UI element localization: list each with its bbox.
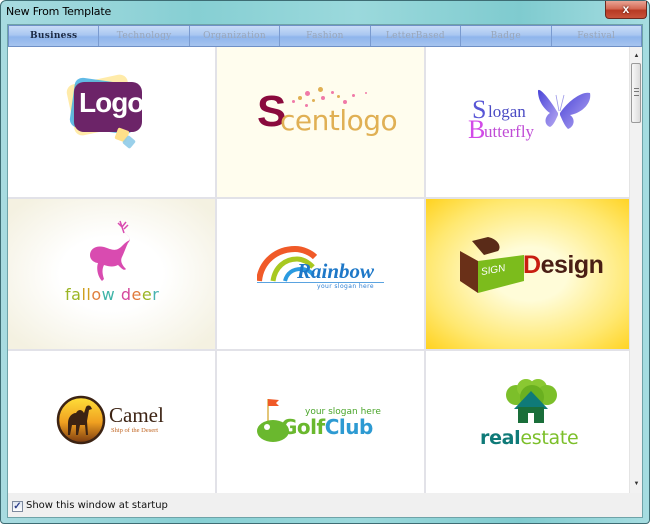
template-gallery: Logo S centlogo S logan B utterfly fallo…: [8, 47, 642, 493]
logo-text: Logo: [79, 87, 144, 118]
logo-text: centlogo: [280, 104, 398, 137]
template-real-estate[interactable]: realestate: [426, 351, 634, 493]
dialog-client-area: Business Technology Organization Fashion…: [7, 24, 643, 518]
template-slogan-butterfly[interactable]: S logan B utterfly: [426, 47, 634, 197]
tab-technology[interactable]: Technology: [99, 26, 190, 46]
logo-text: utterfly: [484, 122, 535, 141]
logo-initial: B: [468, 115, 486, 144]
butterfly-icon: [538, 89, 591, 129]
dialog-footer: ✓ Show this window at startup: [8, 493, 642, 517]
template-logo[interactable]: Logo: [8, 47, 215, 197]
logo-text: GolfClub: [281, 415, 373, 439]
category-tabs: Business Technology Organization Fashion…: [8, 25, 642, 47]
title-bar[interactable]: New From Template x: [1, 1, 649, 23]
template-fallow-deer[interactable]: fallow deer: [8, 199, 215, 349]
new-from-template-window: New From Template x Business Technology …: [0, 0, 650, 524]
tab-fashion[interactable]: Fashion: [280, 26, 371, 46]
scroll-thumb[interactable]: [631, 63, 641, 123]
show-at-startup-label[interactable]: Show this window at startup: [26, 500, 168, 511]
template-rainbow[interactable]: Rainbow your slogan here: [217, 199, 424, 349]
tab-badge[interactable]: Badge: [461, 26, 552, 46]
deer-icon: [90, 220, 130, 281]
grip-icon: [634, 88, 639, 96]
close-icon: x: [622, 2, 630, 16]
template-golf-club[interactable]: your slogan here GolfClub: [217, 351, 424, 493]
tab-letterbased[interactable]: LetterBased: [371, 26, 462, 46]
show-at-startup-checkbox[interactable]: ✓: [12, 501, 23, 512]
close-button[interactable]: x: [605, 1, 647, 19]
tab-organization[interactable]: Organization: [190, 26, 281, 46]
template-scentlogo[interactable]: S centlogo: [217, 47, 424, 197]
camel-icon: [56, 395, 106, 445]
logo-slogan: Ship of the Desert: [111, 427, 159, 434]
window-title: New From Template: [6, 5, 112, 18]
logo-text: Design: [523, 251, 604, 279]
logo-text: realestate: [480, 427, 579, 449]
logo-slogan: your slogan here: [317, 283, 374, 290]
logo-text: Camel: [109, 403, 164, 427]
template-sign-design[interactable]: SIGN Design: [426, 199, 634, 349]
logo-text: fallow deer: [65, 285, 160, 304]
house-tree-icon: [506, 379, 557, 423]
tab-festival[interactable]: Festival: [552, 26, 641, 46]
template-camel[interactable]: Camel Ship of the Desert: [8, 351, 215, 493]
scroll-up-icon[interactable]: ▲: [632, 51, 641, 61]
logo-text: Rainbow: [297, 259, 375, 283]
vertical-scrollbar[interactable]: ▲ ▼: [629, 47, 642, 493]
logo-text: logan: [488, 102, 526, 121]
tab-business[interactable]: Business: [9, 26, 100, 46]
scroll-down-icon[interactable]: ▼: [632, 479, 641, 489]
template-grid: Logo S centlogo S logan B utterfly fallo…: [8, 47, 634, 493]
